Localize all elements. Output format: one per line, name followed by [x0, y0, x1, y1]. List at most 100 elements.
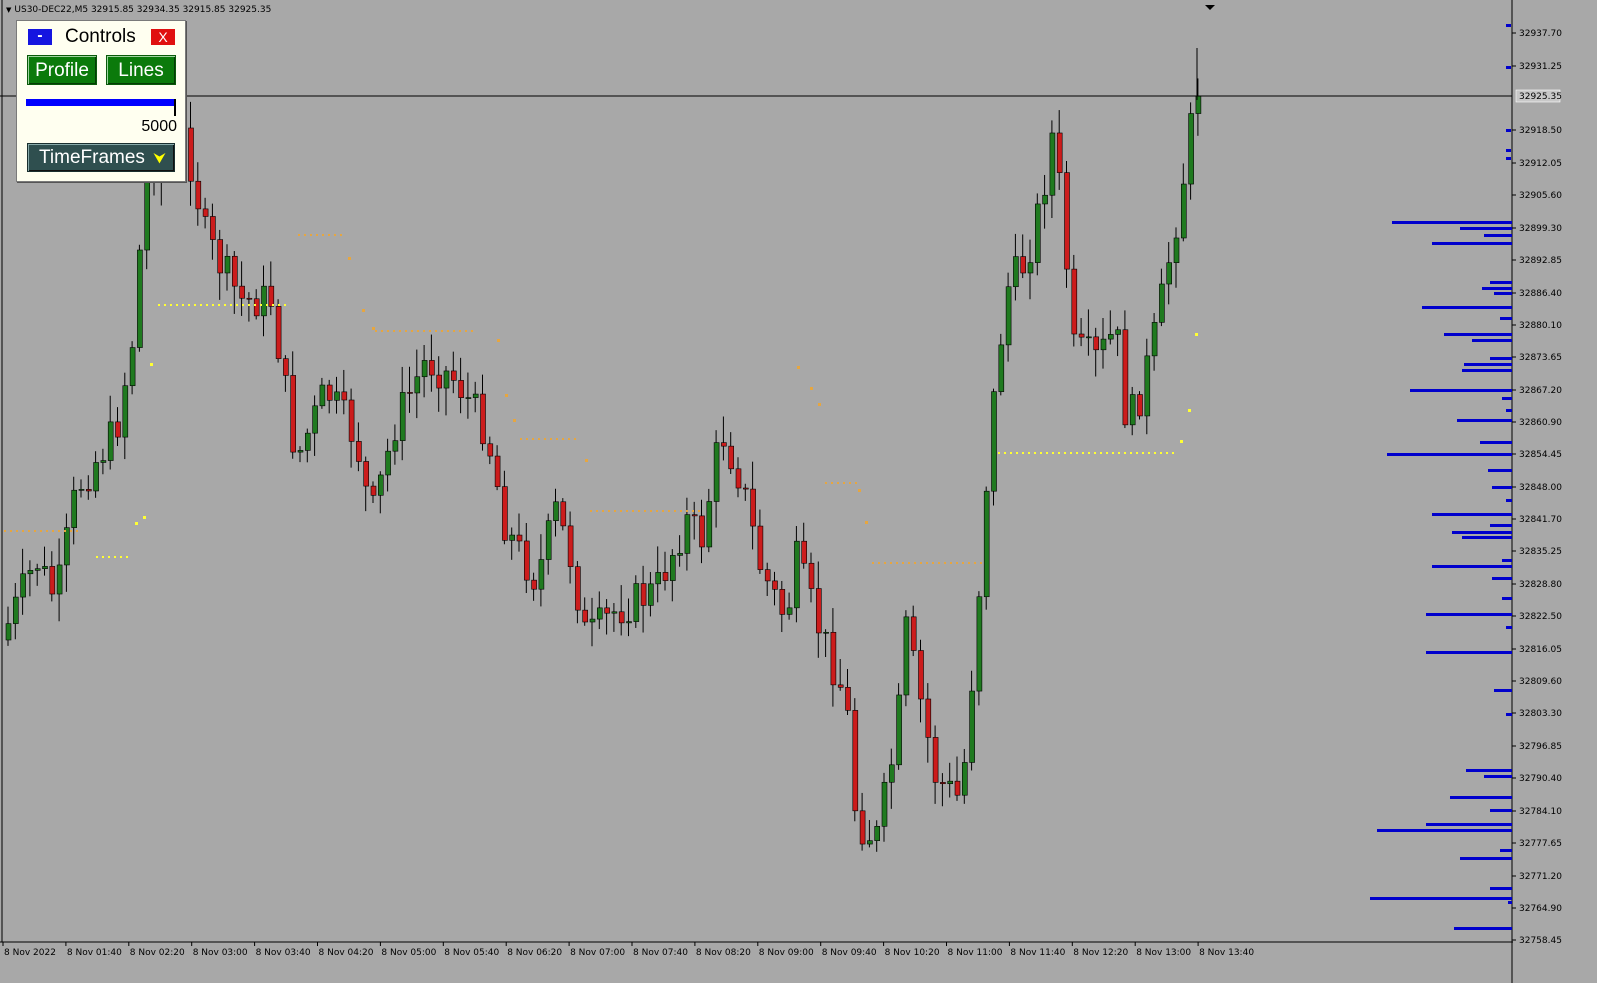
- level-dot: [849, 482, 851, 484]
- time-axis-label: 8 Nov 13:40: [1199, 948, 1254, 958]
- volume-profile-bar: [1494, 292, 1512, 295]
- bear-candle: [202, 208, 209, 217]
- level-dot: [4, 530, 6, 532]
- profile-tick: [1506, 149, 1511, 152]
- profile-tick: [1506, 129, 1511, 132]
- level-dot: [896, 562, 898, 564]
- level-dot: [650, 510, 652, 512]
- poc-dot: [1124, 452, 1126, 454]
- bear-candle: [290, 375, 297, 453]
- bear-candle: [604, 607, 610, 614]
- bull-candle: [1159, 283, 1165, 323]
- level-dot: [938, 562, 940, 564]
- bull-candle: [42, 566, 48, 569]
- level-dot: [76, 530, 78, 532]
- controls-panel: - Controls X Profile Lines 5000 TimeFram…: [16, 20, 186, 182]
- bull-candle: [319, 384, 326, 407]
- price-chart[interactable]: 32937.70 32931.25 32918.50 32912.05 32905.60…: [0, 0, 1597, 983]
- chart-window[interactable]: 32937.70 32931.25 32918.50 32912.05 32905.60…: [0, 0, 1597, 983]
- level-dot: [405, 330, 407, 332]
- level-dot: [381, 330, 383, 332]
- bull-candle: [1042, 194, 1048, 205]
- bull-candle: [27, 570, 34, 575]
- level-dot: [372, 327, 375, 330]
- bull-candle: [71, 489, 77, 528]
- level-dot: [932, 562, 934, 564]
- bull-candle: [1086, 336, 1092, 339]
- bull-candle: [421, 360, 428, 378]
- price-axis-label: 32912.05: [1519, 159, 1562, 169]
- bear-candle: [582, 609, 589, 623]
- bear-candle: [735, 468, 742, 489]
- profile-button[interactable]: Profile: [27, 55, 97, 85]
- level-dot: [526, 438, 528, 440]
- level-dot: [28, 530, 30, 532]
- bear-candle: [918, 650, 924, 700]
- level-dot: [447, 330, 449, 332]
- bull-candle: [1049, 132, 1056, 196]
- dropdown-triangle-icon[interactable]: ▼: [6, 6, 11, 14]
- bear-candle: [407, 392, 413, 394]
- level-dot: [585, 459, 588, 462]
- volume-profile-bar: [1426, 613, 1512, 616]
- bull-candle: [648, 583, 654, 606]
- volume-profile-bar: [1454, 927, 1512, 930]
- bull-candle: [1181, 183, 1187, 239]
- bear-candle: [699, 515, 705, 548]
- volume-profile-bar: [1472, 339, 1512, 342]
- poc-dot: [212, 304, 214, 306]
- volume-profile-bar: [1432, 242, 1512, 245]
- level-dot: [334, 234, 336, 236]
- volume-profile-bar: [1462, 369, 1512, 372]
- poc-dot: [1040, 452, 1042, 454]
- level-dot: [614, 510, 616, 512]
- bull-candle: [1027, 262, 1034, 274]
- bull-candle: [706, 501, 713, 548]
- volume-profile-bar: [1464, 363, 1512, 366]
- level-dot: [1195, 333, 1198, 336]
- poc-dot: [1094, 452, 1096, 454]
- bull-candle: [969, 690, 975, 763]
- close-button[interactable]: X: [151, 29, 175, 45]
- bear-candle: [640, 583, 647, 606]
- timeframes-button[interactable]: TimeFrames ⮟: [27, 143, 175, 172]
- volume-profile-bar: [1506, 713, 1512, 716]
- level-dot: [656, 510, 658, 512]
- bull-candle: [34, 568, 41, 571]
- bull-candle: [1129, 394, 1136, 426]
- volume-profile-bar: [1452, 531, 1512, 534]
- bull-candle: [947, 780, 954, 785]
- bull-candle: [538, 559, 545, 590]
- level-dot: [843, 482, 845, 484]
- bull-candle: [129, 347, 136, 387]
- bear-candle: [502, 486, 508, 541]
- minimize-button[interactable]: -: [28, 29, 52, 45]
- bear-candle: [253, 298, 260, 317]
- poc-dot: [1142, 452, 1144, 454]
- price-axis-label: 32777.65: [1519, 839, 1562, 849]
- bull-candle: [385, 450, 391, 476]
- level-dot: [387, 330, 389, 332]
- price-axis-label: 32886.40: [1519, 289, 1562, 299]
- poc-dot: [260, 304, 262, 306]
- bull-candle: [1188, 113, 1194, 185]
- poc-dot: [1118, 452, 1120, 454]
- level-dot: [64, 530, 66, 532]
- poc-dot: [108, 556, 110, 558]
- bear-candle: [750, 488, 756, 527]
- volume-profile-bar: [1387, 453, 1512, 456]
- chart-shift-icon: [1205, 5, 1215, 10]
- bull-candle: [991, 391, 997, 492]
- bear-candle: [815, 588, 822, 634]
- bull-candle: [655, 572, 662, 585]
- bull-candle: [976, 596, 983, 692]
- time-axis-label: 8 Nov 09:00: [759, 948, 814, 958]
- lines-button[interactable]: Lines: [106, 55, 176, 85]
- price-axis-label: 32809.60: [1519, 677, 1562, 687]
- level-dot: [459, 330, 461, 332]
- price-axis-label: 32892.85: [1519, 256, 1562, 266]
- bull-candle: [392, 440, 399, 452]
- slider-handle[interactable]: [174, 99, 176, 116]
- depth-slider[interactable]: [26, 99, 176, 106]
- level-dot: [322, 234, 324, 236]
